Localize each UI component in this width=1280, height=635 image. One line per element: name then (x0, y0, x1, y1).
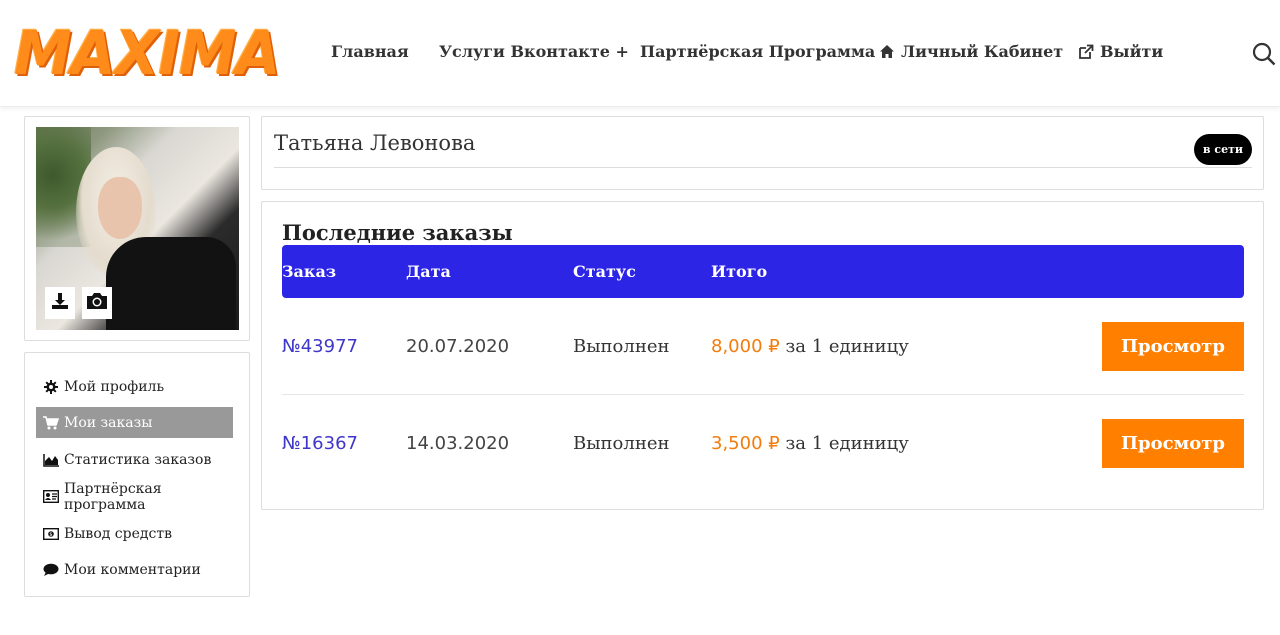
order-number-link[interactable]: №16367 (282, 433, 358, 454)
download-icon (50, 291, 70, 315)
upload-photo-button[interactable] (82, 287, 112, 319)
order-date: 14.03.2020 (406, 433, 510, 454)
sidebar-menu: Мой профиль Мои заказы Статистика заказо… (24, 352, 250, 597)
nav-cabinet-label: Личный Кабинет (901, 42, 1064, 61)
order-status: Выполнен (573, 336, 670, 357)
sidebar-item-label: Статистика заказов (64, 451, 212, 468)
id-card-icon (43, 490, 59, 504)
recent-orders-title: Последние заказы (282, 220, 513, 245)
view-order-button[interactable]: Просмотр (1102, 322, 1244, 371)
sidebar-item-my-comments[interactable]: Мои комментарии (36, 554, 233, 585)
view-order-button[interactable]: Просмотр (1102, 419, 1244, 468)
avatar-card (24, 116, 250, 341)
table-row: №43977 20.07.2020 Выполнен 8,000 ₽ за 1 … (282, 298, 1244, 395)
external-link-icon (1078, 44, 1094, 60)
svg-text:$: $ (49, 532, 52, 538)
sidebar-item-my-profile[interactable]: Мой профиль (36, 371, 233, 402)
order-status: Выполнен (573, 433, 670, 454)
order-date: 20.07.2020 (406, 336, 510, 357)
home-icon (879, 44, 895, 60)
column-header-date: Дата (406, 262, 451, 281)
sidebar-item-label: Мой профиль (64, 378, 165, 395)
table-row: №16367 14.03.2020 Выполнен 3,500 ₽ за 1 … (282, 395, 1244, 492)
order-number-link[interactable]: №43977 (282, 336, 358, 357)
sidebar-item-label: Вывод средств (64, 525, 172, 542)
column-header-order: Заказ (282, 262, 337, 281)
site-header: MAXIMA Главная Услуги Вконтакте + Партнё… (0, 0, 1280, 107)
download-avatar-button[interactable] (45, 287, 75, 319)
money-icon: $ (43, 527, 59, 541)
profile-header-card: Татьяна Левонова в сети (261, 116, 1264, 190)
sidebar-item-label: Мои комментарии (64, 561, 201, 578)
site-logo[interactable]: MAXIMA (14, 16, 281, 90)
nav-cabinet[interactable]: Личный Кабинет (879, 42, 1063, 61)
profile-name: Татьяна Левонова (274, 131, 476, 155)
recent-orders-card: Последние заказы Заказ Дата Статус Итого… (261, 201, 1264, 510)
nav-partner-label: Партнёрская Программа (640, 42, 876, 61)
sidebar-item-order-stats[interactable]: Статистика заказов (36, 444, 233, 475)
divider (274, 167, 1252, 168)
column-header-status: Статус (573, 262, 636, 281)
gear-icon (43, 379, 59, 394)
search-icon[interactable] (1252, 42, 1276, 66)
sidebar-item-label: Партнёрская программа (64, 480, 162, 513)
order-total-unit: за 1 единицу (785, 433, 909, 454)
order-total-amount: 8,000 ₽ (711, 336, 780, 357)
nav-home-label: Главная (331, 42, 409, 61)
area-chart-icon (43, 453, 59, 467)
order-total: 3,500 ₽ за 1 единицу (711, 433, 909, 454)
sidebar-item-partner-program[interactable]: Партнёрская программа (36, 480, 233, 513)
order-total: 8,000 ₽ за 1 единицу (711, 336, 909, 357)
order-total-amount: 3,500 ₽ (711, 433, 780, 454)
column-header-total: Итого (711, 262, 768, 281)
nav-logout-label: Выйти (1100, 42, 1164, 61)
avatar (36, 127, 239, 330)
orders-table-header: Заказ Дата Статус Итого (282, 245, 1244, 298)
cart-icon (43, 415, 59, 430)
sidebar-item-my-orders[interactable]: Мои заказы (36, 407, 233, 438)
camera-icon (85, 291, 109, 315)
sidebar-item-label: Мои заказы (64, 414, 153, 431)
order-total-unit: за 1 единицу (785, 336, 909, 357)
status-badge: в сети (1194, 134, 1252, 165)
nav-vk-services-label: Услуги Вконтакте + (439, 42, 629, 61)
sidebar-item-withdraw[interactable]: $ Вывод средств (36, 518, 233, 549)
nav-vk-services[interactable]: Услуги Вконтакте + (439, 42, 629, 61)
nav-home[interactable]: Главная (331, 42, 409, 61)
comment-icon (43, 563, 59, 577)
nav-logout[interactable]: Выйти (1078, 42, 1163, 61)
nav-partner-program[interactable]: Партнёрская Программа (640, 42, 875, 61)
